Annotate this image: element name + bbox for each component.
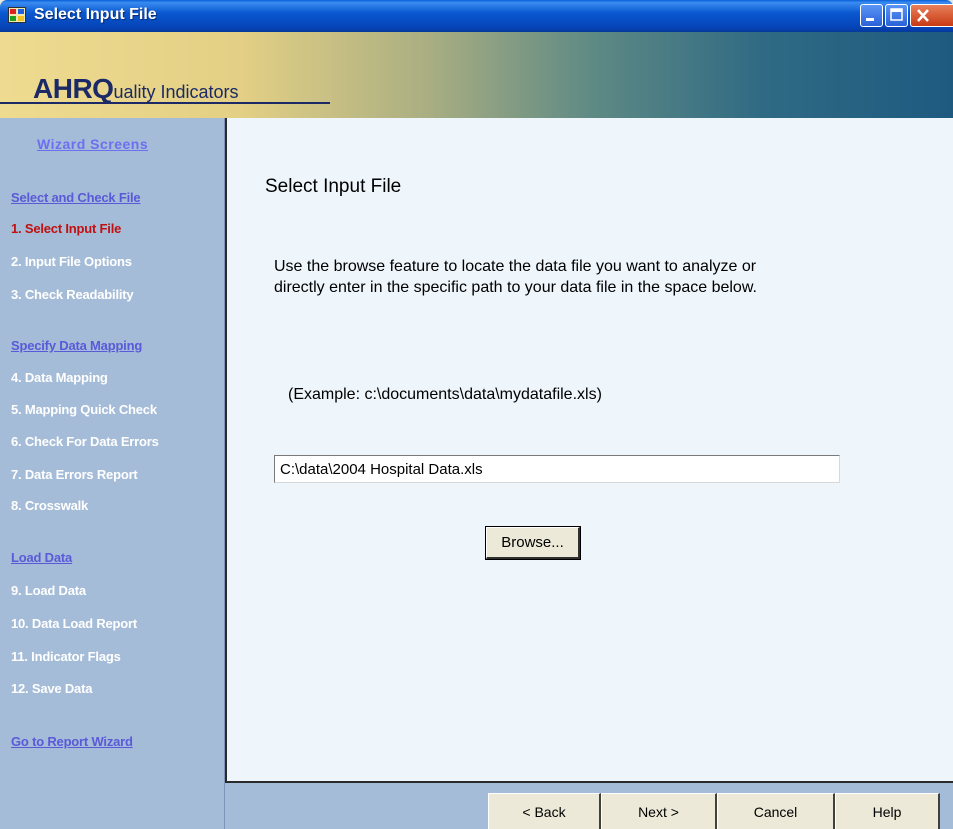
browse-button[interactable]: Browse... [485,526,581,560]
help-button[interactable]: Help [835,793,940,829]
next-button[interactable]: Next > [601,793,717,829]
section-load-data[interactable]: Load Data [11,550,72,565]
close-button[interactable] [910,4,953,27]
go-to-report-wizard-link[interactable]: Go to Report Wizard [11,734,133,749]
sidebar-item-input-file-options[interactable]: 2. Input File Options [11,254,132,269]
logo-rest-text: uality Indicators [113,82,239,102]
sidebar-item-crosswalk[interactable]: 8. Crosswalk [11,498,88,513]
window-title: Select Input File [34,6,157,23]
wizard-screens-heading[interactable]: Wizard Screens [37,136,148,152]
instructions-text: Use the browse feature to locate the dat… [274,256,757,298]
cancel-button[interactable]: Cancel [717,793,835,829]
sidebar-item-load-data[interactable]: 9. Load Data [11,583,86,598]
maximize-button[interactable] [885,4,908,27]
example-path-text: (Example: c:\documents\data\mydatafile.x… [288,386,602,403]
logo-main-text: AHRQ [33,73,114,104]
window-titlebar[interactable]: Select Input File [0,0,953,32]
instructions-line-2: directly enter in the specific path to y… [274,279,757,296]
sidebar-item-mapping-quick-check[interactable]: 5. Mapping Quick Check [11,402,157,417]
app-icon [8,7,26,23]
sidebar-item-select-input-file[interactable]: 1. Select Input File [11,221,121,236]
instructions-line-1: Use the browse feature to locate the dat… [274,258,757,275]
sidebar-item-indicator-flags[interactable]: 11. Indicator Flags [11,649,121,664]
logo-underline [0,102,330,104]
page-title: Select Input File [265,176,402,197]
sidebar-item-data-errors-report[interactable]: 7. Data Errors Report [11,467,138,482]
ahrq-logo: AHRQuality Indicators [33,73,239,105]
minimize-button[interactable] [860,4,883,27]
header-banner: AHRQuality Indicators [0,32,953,118]
sidebar-item-check-readability[interactable]: 3. Check Readability [11,287,134,302]
sidebar-item-data-mapping[interactable]: 4. Data Mapping [11,370,108,385]
main-panel [225,118,953,783]
sidebar-item-data-load-report[interactable]: 10. Data Load Report [11,616,137,631]
back-button[interactable]: < Back [488,793,601,829]
file-path-input[interactable] [274,455,840,483]
sidebar-item-save-data[interactable]: 12. Save Data [11,681,92,696]
sidebar-item-check-for-data-errors[interactable]: 6. Check For Data Errors [11,434,159,449]
section-specify-data-mapping[interactable]: Specify Data Mapping [11,338,142,353]
section-select-and-check-file[interactable]: Select and Check File [11,190,141,205]
